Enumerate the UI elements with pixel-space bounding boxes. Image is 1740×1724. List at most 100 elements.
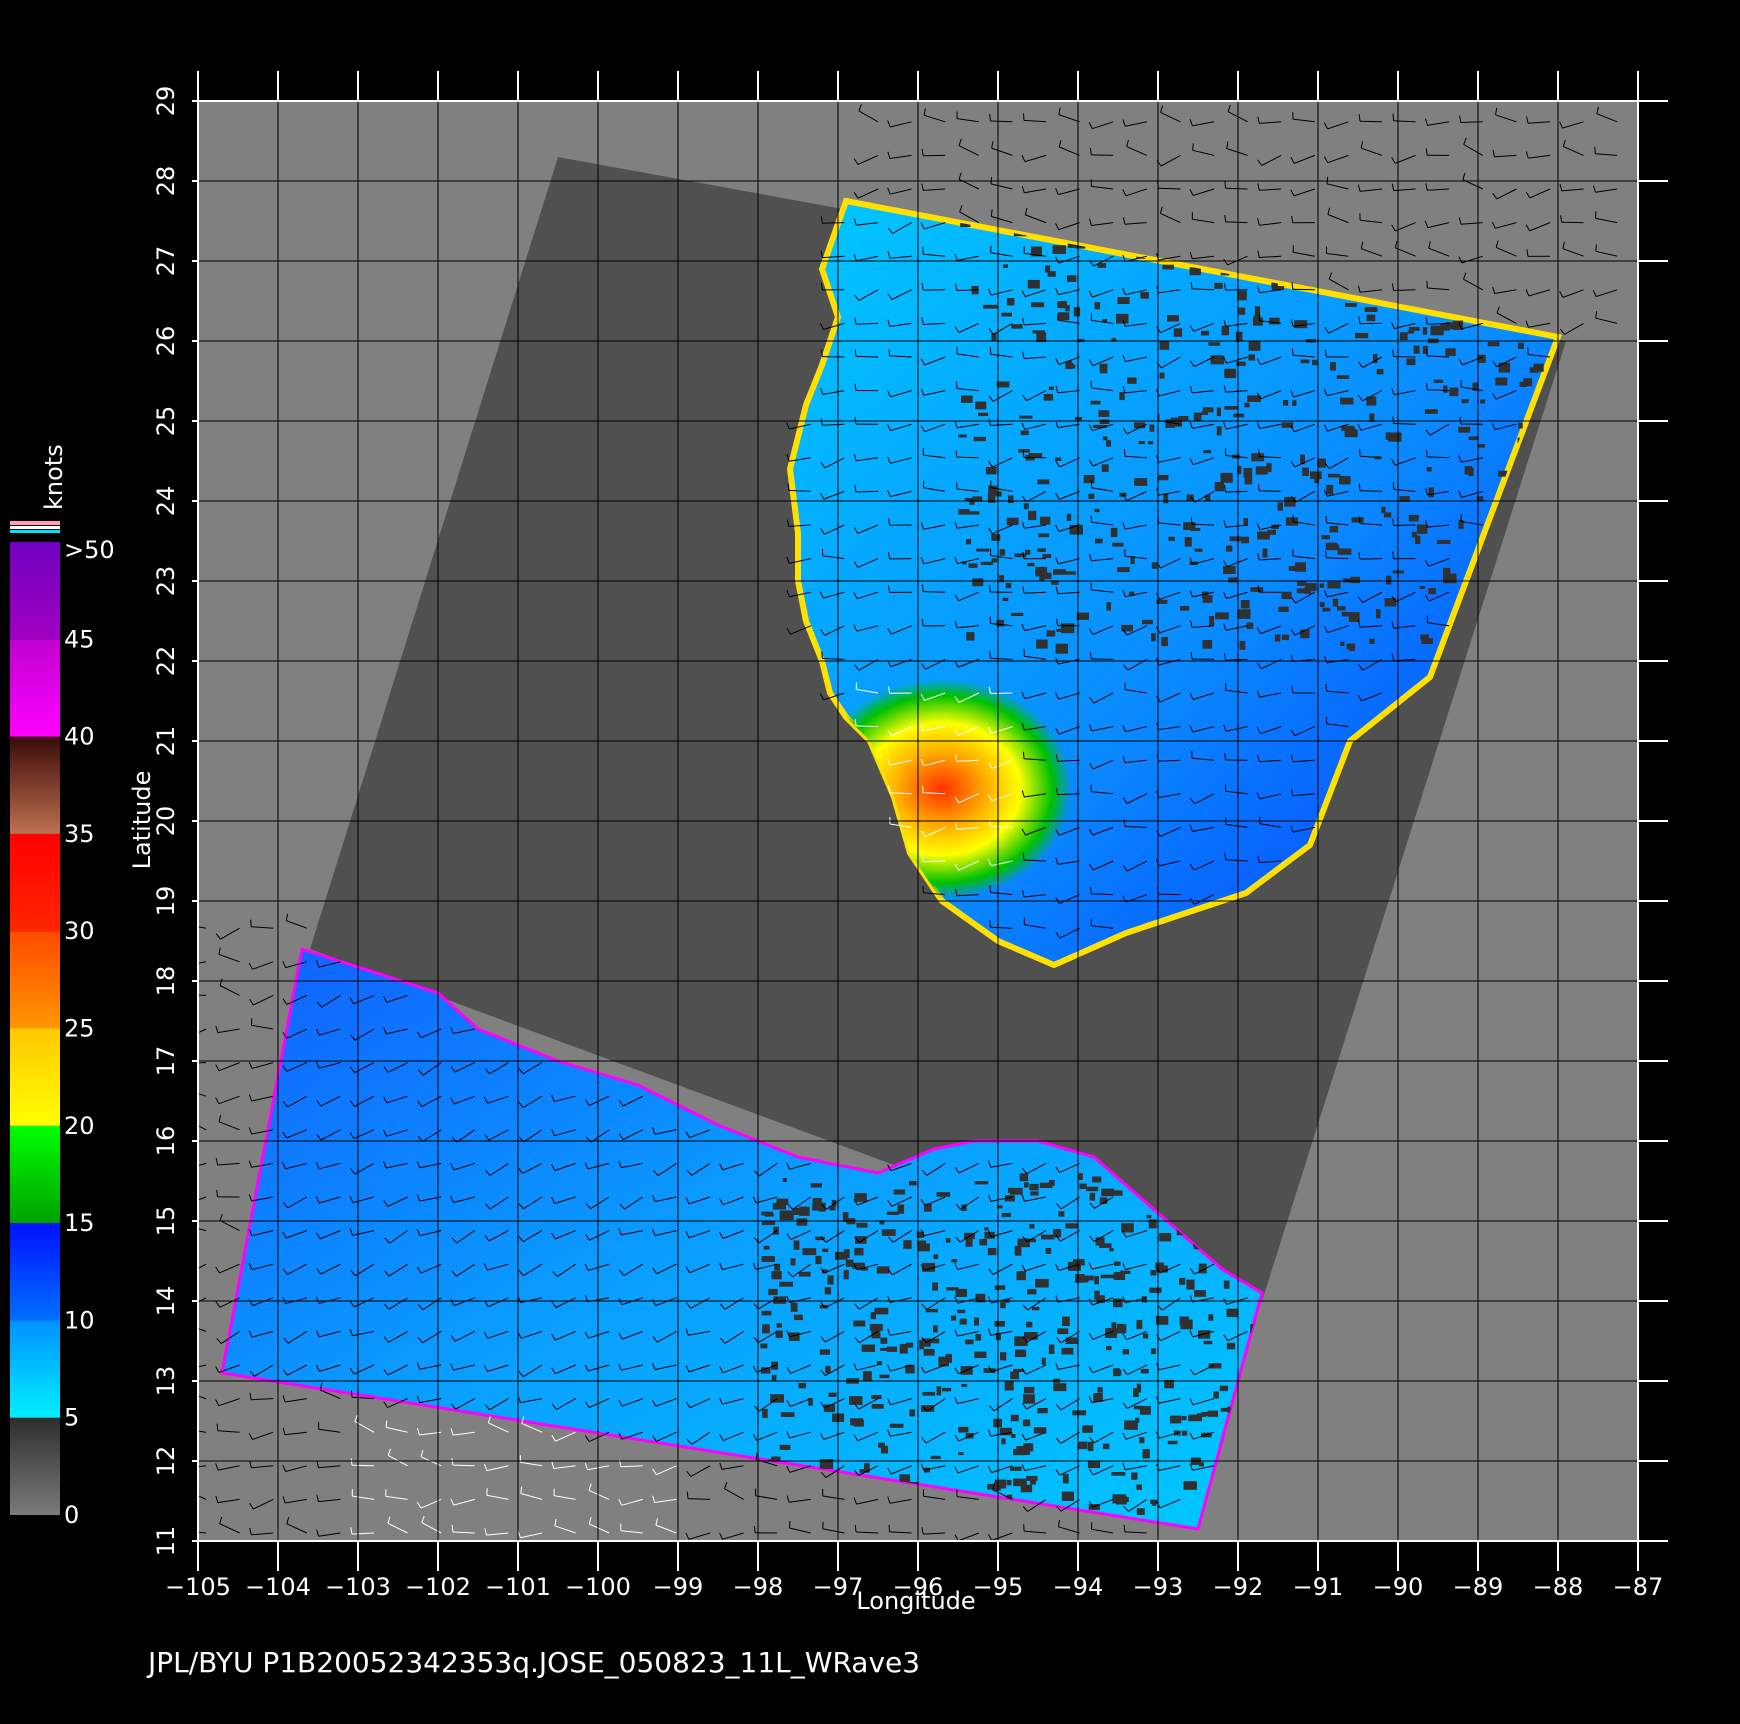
colorbar-bin bbox=[10, 1418, 60, 1515]
wind-barb-feather bbox=[185, 1218, 186, 1225]
low-wind-patch bbox=[1094, 1276, 1099, 1284]
wind-barb bbox=[1461, 122, 1483, 123]
low-wind-patch bbox=[1495, 378, 1507, 386]
low-wind-patch bbox=[1327, 545, 1339, 550]
wind-barb-feather bbox=[889, 1525, 890, 1532]
colorbar-labels: >50454035302520151050 bbox=[64, 536, 115, 1529]
low-wind-patch bbox=[1240, 641, 1246, 650]
low-wind-patch bbox=[1152, 1500, 1156, 1506]
wind-barb bbox=[990, 693, 1012, 694]
low-wind-patch bbox=[961, 396, 973, 403]
low-wind-patch bbox=[1167, 315, 1179, 321]
wind-barb bbox=[1226, 222, 1248, 223]
low-wind-patch bbox=[1443, 386, 1447, 393]
low-wind-patch bbox=[1037, 479, 1049, 484]
low-wind-patch bbox=[890, 1424, 904, 1428]
low-wind-patch bbox=[1170, 1416, 1182, 1424]
low-wind-patch bbox=[1217, 426, 1222, 435]
longitude-tick-label: −92 bbox=[1213, 1573, 1264, 1601]
low-wind-patch bbox=[864, 1463, 870, 1470]
colorbar-label: 0 bbox=[64, 1501, 79, 1529]
low-wind-patch bbox=[1002, 1213, 1011, 1217]
low-wind-patch bbox=[1414, 346, 1420, 354]
low-wind-patch bbox=[909, 1409, 915, 1416]
low-wind-patch bbox=[931, 1456, 941, 1459]
low-wind-patch bbox=[1065, 1223, 1078, 1228]
low-wind-patch bbox=[1134, 1406, 1143, 1410]
low-wind-patch bbox=[1237, 291, 1247, 301]
low-wind-patch bbox=[981, 562, 993, 565]
low-wind-patch bbox=[1209, 1363, 1222, 1368]
low-wind-patch bbox=[1179, 1278, 1185, 1285]
longitude-tick-label: −101 bbox=[485, 1573, 551, 1601]
low-wind-patch bbox=[1042, 554, 1051, 558]
low-wind-patch bbox=[1131, 1473, 1137, 1480]
low-wind-patch bbox=[1100, 364, 1108, 374]
wind-map: −105−104−103−102−101−100−99−98−97−96−95−… bbox=[0, 0, 1740, 1720]
low-wind-patch bbox=[1049, 1345, 1055, 1354]
latitude-tick-label: 24 bbox=[152, 486, 180, 517]
wind-barb-feather bbox=[351, 1390, 352, 1397]
colorbar-bin bbox=[10, 639, 60, 736]
low-wind-patch bbox=[1067, 363, 1074, 369]
low-wind-patch bbox=[952, 1259, 958, 1262]
low-wind-patch bbox=[1388, 433, 1402, 442]
latitude-tick-label: 26 bbox=[152, 326, 180, 357]
low-wind-patch bbox=[1201, 1412, 1212, 1416]
low-wind-patch bbox=[1302, 468, 1309, 477]
low-wind-patch bbox=[1428, 488, 1434, 498]
low-wind-patch bbox=[1124, 1420, 1138, 1429]
low-wind-patch bbox=[975, 402, 986, 410]
low-wind-patch bbox=[1142, 620, 1153, 624]
longitude-tick-label: −91 bbox=[1293, 1573, 1344, 1601]
low-wind-patch bbox=[1244, 468, 1253, 478]
low-wind-patch bbox=[937, 1192, 951, 1197]
low-wind-patch bbox=[933, 1325, 938, 1332]
low-wind-patch bbox=[1278, 607, 1288, 612]
low-wind-patch bbox=[972, 578, 983, 586]
low-wind-patch bbox=[1384, 512, 1391, 517]
colorbar-bin bbox=[10, 1320, 60, 1417]
low-wind-patch bbox=[1355, 333, 1368, 338]
low-wind-patch bbox=[1220, 1386, 1228, 1391]
low-wind-patch bbox=[1094, 1291, 1100, 1300]
low-wind-patch bbox=[1075, 1274, 1085, 1283]
low-wind-patch bbox=[1530, 367, 1539, 373]
low-wind-patch bbox=[1421, 638, 1433, 644]
low-wind-patch bbox=[1150, 1270, 1156, 1276]
low-wind-patch bbox=[1282, 635, 1289, 641]
low-wind-patch bbox=[1445, 348, 1455, 356]
low-wind-patch bbox=[1202, 640, 1212, 649]
low-wind-patch bbox=[1198, 1330, 1210, 1338]
low-wind-patch bbox=[1011, 324, 1022, 329]
low-wind-patch bbox=[1320, 583, 1324, 588]
wind-barb bbox=[1360, 559, 1382, 560]
wind-barb-feather bbox=[990, 114, 991, 121]
low-wind-patch bbox=[1099, 410, 1110, 417]
low-wind-patch bbox=[1345, 428, 1355, 433]
low-wind-patch bbox=[1113, 1368, 1120, 1376]
wind-barb-feather bbox=[182, 1033, 186, 1039]
low-wind-patch bbox=[882, 1229, 896, 1236]
low-wind-patch bbox=[909, 1181, 917, 1185]
low-wind-patch bbox=[1117, 567, 1129, 572]
low-wind-patch bbox=[969, 563, 978, 568]
low-wind-patch bbox=[1305, 587, 1312, 594]
wind-barb bbox=[957, 290, 979, 291]
latitude-tick-label: 22 bbox=[152, 646, 180, 677]
low-wind-patch bbox=[1013, 1369, 1024, 1372]
low-wind-patch bbox=[1023, 1394, 1035, 1403]
low-wind-patch bbox=[1217, 408, 1221, 417]
wind-barb-feather bbox=[855, 1525, 856, 1532]
low-wind-patch bbox=[1061, 623, 1074, 633]
colorbar-label: 30 bbox=[64, 917, 95, 945]
low-wind-patch bbox=[1029, 1184, 1038, 1191]
low-wind-patch bbox=[1278, 502, 1284, 510]
low-wind-patch bbox=[1027, 1289, 1036, 1294]
low-wind-patch bbox=[762, 1409, 768, 1418]
low-wind-patch bbox=[1136, 1485, 1142, 1490]
low-wind-patch bbox=[762, 1324, 770, 1333]
low-wind-patch bbox=[1151, 1348, 1156, 1354]
low-wind-patch bbox=[1011, 613, 1023, 616]
low-wind-patch bbox=[974, 1318, 979, 1326]
